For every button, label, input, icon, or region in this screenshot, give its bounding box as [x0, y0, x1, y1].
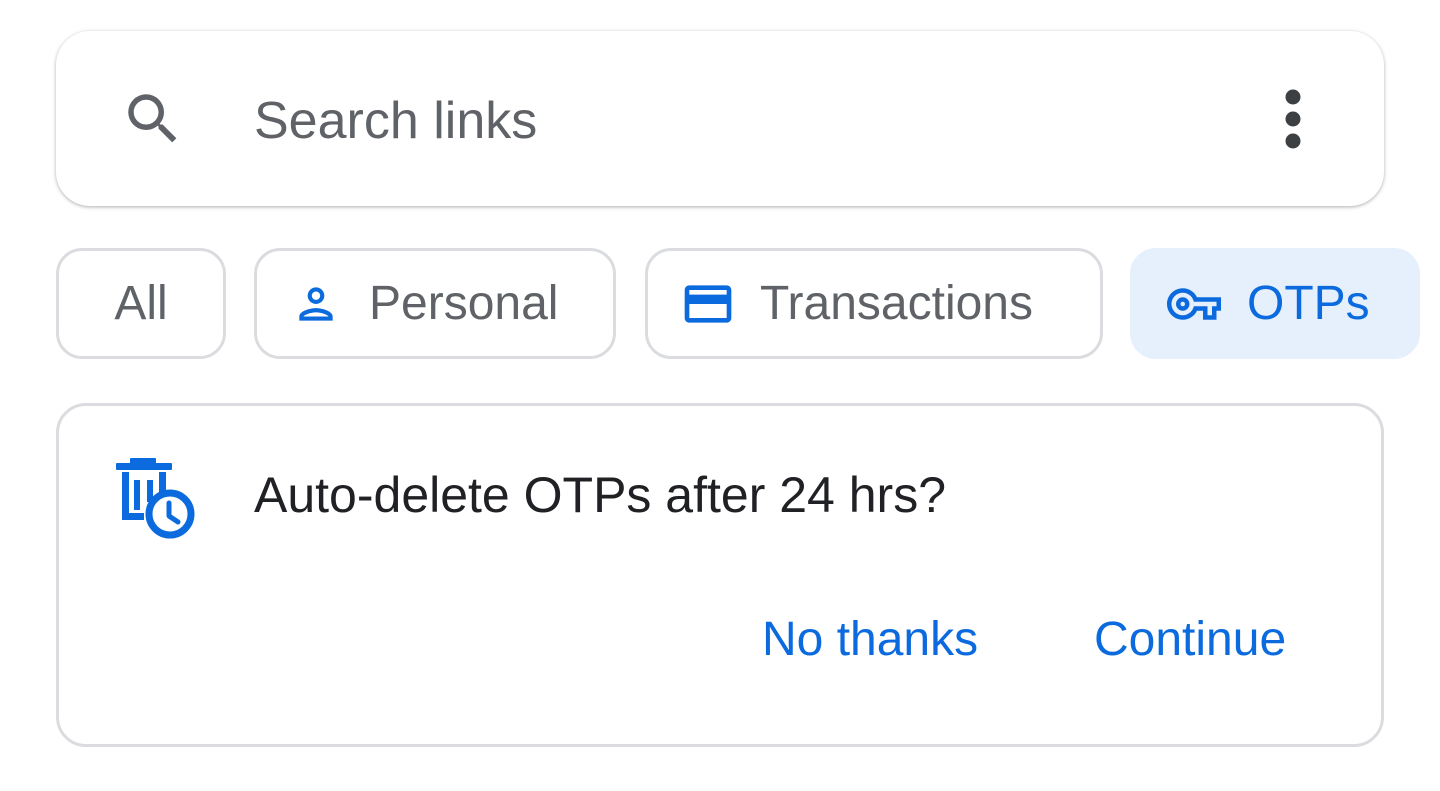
filter-chip-otps[interactable]: OTPs: [1130, 248, 1420, 359]
key-icon: [1167, 287, 1221, 320]
filter-chip-label: Transactions: [760, 277, 1033, 330]
auto-delete-card: [56, 403, 1384, 747]
filter-chip-label: All: [114, 277, 168, 330]
filter-chip-label: Personal: [369, 277, 559, 330]
filter-chip-personal[interactable]: Personal: [254, 248, 616, 359]
filter-chip-transactions[interactable]: Transactions: [645, 248, 1103, 359]
continue-button[interactable]: Continue: [1094, 612, 1286, 667]
filter-chip-all[interactable]: All: [56, 248, 226, 359]
search-input[interactable]: [254, 88, 1154, 154]
messages-filter-screen: All Personal Transactions OTPs Auto-: [0, 0, 1440, 791]
no-thanks-button[interactable]: No thanks: [762, 612, 978, 667]
filter-chip-label: OTPs: [1247, 277, 1370, 330]
more-vert-icon[interactable]: [1270, 84, 1316, 154]
search-icon[interactable]: [120, 86, 186, 152]
person-icon: [299, 286, 333, 321]
card-title: Auto-delete OTPs after 24 hrs?: [254, 467, 947, 523]
delete-clock-icon: [116, 458, 195, 539]
credit-card-icon: [684, 284, 732, 323]
